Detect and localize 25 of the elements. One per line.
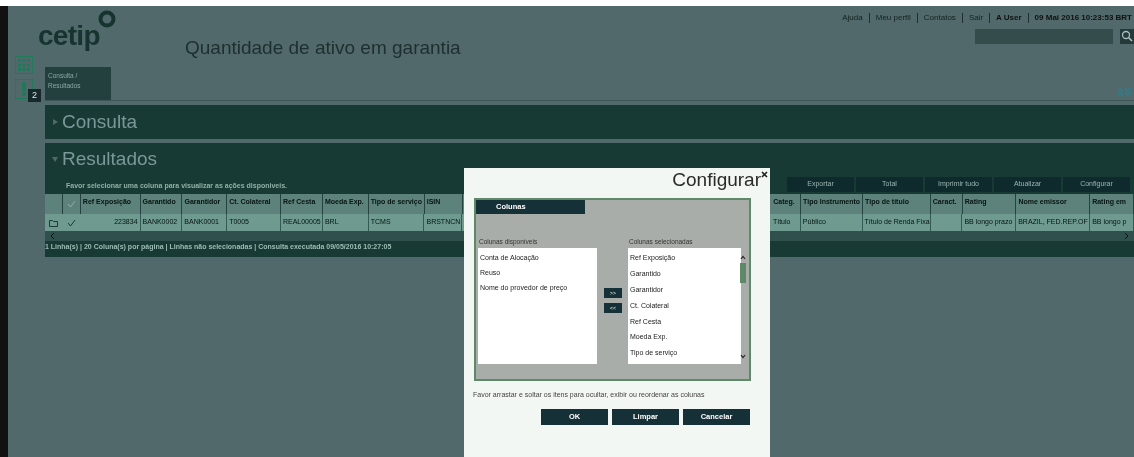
date-time: 09 Mai 2016 10:23:53 BRT: [1033, 13, 1132, 23]
caret-right-icon[interactable]: [51, 118, 59, 126]
collapse-expand-icon[interactable]: [1116, 87, 1132, 97]
check-icon[interactable]: [66, 200, 76, 208]
section-title[interactable]: Consulta: [62, 110, 137, 134]
page-title: Quantidade de ativo em garantia: [185, 36, 461, 60]
logo-text: cetip: [38, 22, 100, 50]
device-icon[interactable]: [15, 79, 33, 99]
scrollbar[interactable]: [739, 255, 747, 359]
grid-icon[interactable]: [15, 56, 33, 74]
dialog-title: Configurar: [672, 170, 761, 189]
user-name: A User: [990, 13, 1029, 23]
row-checkbox[interactable]: [67, 218, 77, 227]
chevron-right-icon[interactable]: [1123, 232, 1130, 240]
search-field[interactable]: [975, 29, 1113, 44]
folder-icon[interactable]: [49, 218, 59, 227]
scrollbar-thumb[interactable]: [740, 263, 746, 283]
chevron-down-icon[interactable]: [740, 354, 746, 359]
close-icon[interactable]: [761, 171, 768, 178]
chevron-up-icon[interactable]: [740, 255, 746, 260]
section-title[interactable]: Resultados: [62, 147, 158, 171]
caret-down-icon[interactable]: [51, 155, 59, 163]
chevron-left-icon[interactable]: [49, 232, 56, 240]
search-icon[interactable]: [1120, 29, 1134, 44]
count-badge: 2: [28, 89, 41, 102]
